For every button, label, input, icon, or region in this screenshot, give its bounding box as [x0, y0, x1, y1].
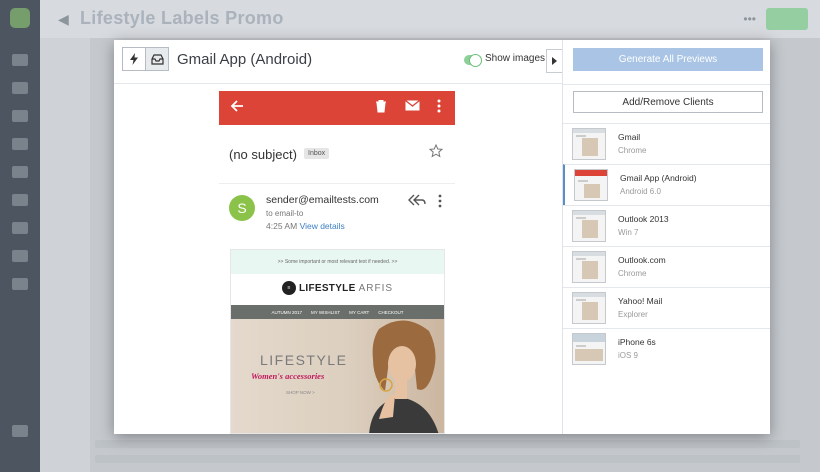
- email-nav: AUTUMN 2017 MY WISHLIST MY CART CHECKOUT: [231, 305, 444, 319]
- client-name: Gmail App (Android): [620, 173, 697, 183]
- client-name: Outlook 2013: [618, 214, 669, 224]
- client-detail: Android 6.0: [620, 187, 661, 196]
- client-item-gmail-app-android[interactable]: Gmail App (Android) Android 6.0: [563, 164, 770, 205]
- client-detail: Win 7: [618, 228, 639, 237]
- hero-subtitle: Women's accessories: [251, 371, 325, 381]
- background-row: [95, 440, 800, 448]
- collapse-panel-button[interactable]: [546, 49, 562, 73]
- preview-header: Gmail App (Android) Show images: [114, 40, 562, 84]
- client-name: Outlook.com: [618, 255, 666, 265]
- nav-icon: [12, 54, 28, 66]
- chevron-right-icon: [552, 57, 557, 65]
- back-icon: ◀: [58, 11, 69, 27]
- nav-icon: [12, 194, 28, 206]
- lightning-mode-button[interactable]: [122, 47, 146, 71]
- inbox-badge: Inbox: [304, 148, 330, 159]
- nav-icon: [12, 82, 28, 94]
- preview-modal: Gmail App (Android) Show images (no subj…: [114, 40, 770, 434]
- view-details-link[interactable]: View details: [300, 221, 345, 231]
- generate-all-previews-button[interactable]: Generate All Previews: [573, 48, 763, 71]
- client-thumbnail: [572, 333, 606, 365]
- client-item-yahoo-mail[interactable]: Yahoo! Mail Explorer: [563, 287, 770, 328]
- back-arrow-icon: [230, 100, 243, 112]
- more-icon: •••: [743, 12, 756, 26]
- client-item-outlook-com[interactable]: Outlook.com Chrome: [563, 246, 770, 287]
- client-name: iPhone 6s: [618, 337, 656, 347]
- gmail-app-bar: [219, 91, 455, 125]
- inbox-mode-button[interactable]: [145, 47, 169, 71]
- sender-avatar: S: [229, 195, 255, 221]
- brand-name: LIFESTYLE: [298, 282, 356, 294]
- client-thumbnail: [572, 210, 606, 242]
- star-icon[interactable]: [429, 144, 443, 158]
- app-action-button: [766, 8, 808, 30]
- client-thumbnail: [572, 128, 606, 160]
- nav-icon: [12, 110, 28, 122]
- email-hero: LIFESTYLE Women's accessories SHOP NOW >: [231, 319, 444, 433]
- app-nav-rail: [0, 0, 40, 472]
- app-secondary-sidebar: [40, 38, 90, 472]
- nav-icon: [12, 425, 28, 437]
- nav-icon: [12, 278, 28, 290]
- email-subject: (no subject): [229, 147, 297, 162]
- client-name: Gmail: [618, 132, 641, 142]
- email-body: >> Some important or most relevant text …: [230, 249, 445, 434]
- client-detail: Chrome: [618, 269, 647, 278]
- hero-link[interactable]: SHOP NOW >: [286, 390, 315, 395]
- overflow-menu-icon: [437, 99, 441, 113]
- message-time-line: 4:25 AM View details: [266, 221, 345, 231]
- client-thumbnail: [572, 251, 606, 283]
- client-item-outlook-2013[interactable]: Outlook 2013 Win 7: [563, 205, 770, 246]
- client-detail: Explorer: [618, 310, 648, 319]
- reply-all-icon[interactable]: [408, 194, 426, 206]
- recipient-line: to email-to: [266, 209, 304, 218]
- client-name: Yahoo! Mail: [618, 296, 663, 306]
- gmail-android-preview: (no subject) Inbox S sender@emailtests.c…: [219, 91, 455, 434]
- trash-icon: [376, 100, 386, 113]
- sender-address: sender@emailtests.com: [266, 194, 379, 206]
- brand-name-light: ARFIS: [358, 282, 394, 294]
- hero-model-image: [369, 320, 439, 433]
- client-item-iphone-6s[interactable]: iPhone 6s iOS 9: [563, 328, 770, 369]
- client-item-gmail[interactable]: Gmail Chrome: [563, 123, 770, 164]
- app-page-title: Lifestyle Labels Promo: [80, 8, 284, 28]
- email-logo: ≡ LIFESTYLE ARFIS: [231, 274, 444, 302]
- background-row: [95, 455, 800, 463]
- client-detail: iOS 9: [618, 351, 639, 360]
- message-time: 4:25 AM: [266, 221, 298, 231]
- hero-title: LIFESTYLE: [260, 352, 348, 368]
- add-remove-clients-button[interactable]: Add/Remove Clients: [573, 91, 763, 113]
- client-thumbnail: [572, 292, 606, 324]
- preview-client-title: Gmail App (Android): [177, 51, 313, 68]
- nav-icon: [12, 166, 28, 178]
- preview-pane: Gmail App (Android) Show images (no subj…: [114, 40, 562, 434]
- client-list: Gmail Chrome Gmail App (Android) Android…: [563, 123, 770, 369]
- lightning-icon: [130, 53, 138, 65]
- clients-panel: Generate All Previews Add/Remove Clients…: [562, 40, 770, 434]
- email-preheader: >> Some important or most relevant text …: [231, 250, 444, 274]
- client-detail: Chrome: [618, 146, 647, 155]
- show-images-label: Show images: [485, 53, 546, 64]
- email-nav-item[interactable]: AUTUMN 2017: [271, 310, 302, 315]
- nav-icon: [12, 250, 28, 262]
- app-logo: [10, 8, 30, 28]
- nav-icon: [12, 138, 28, 150]
- client-thumbnail: [574, 169, 608, 201]
- email-nav-item[interactable]: MY WISHLIST: [311, 310, 340, 315]
- divider: [219, 183, 455, 184]
- email-nav-item[interactable]: CHECKOUT: [378, 310, 403, 315]
- inbox-icon: [150, 53, 164, 65]
- brand-logo-icon: ≡: [281, 281, 296, 295]
- divider: [563, 84, 770, 85]
- message-menu-icon[interactable]: [438, 194, 442, 208]
- email-nav-item[interactable]: MY CART: [349, 310, 369, 315]
- mail-icon: [405, 99, 420, 111]
- nav-icon: [12, 222, 28, 234]
- show-images-toggle[interactable]: [464, 54, 482, 67]
